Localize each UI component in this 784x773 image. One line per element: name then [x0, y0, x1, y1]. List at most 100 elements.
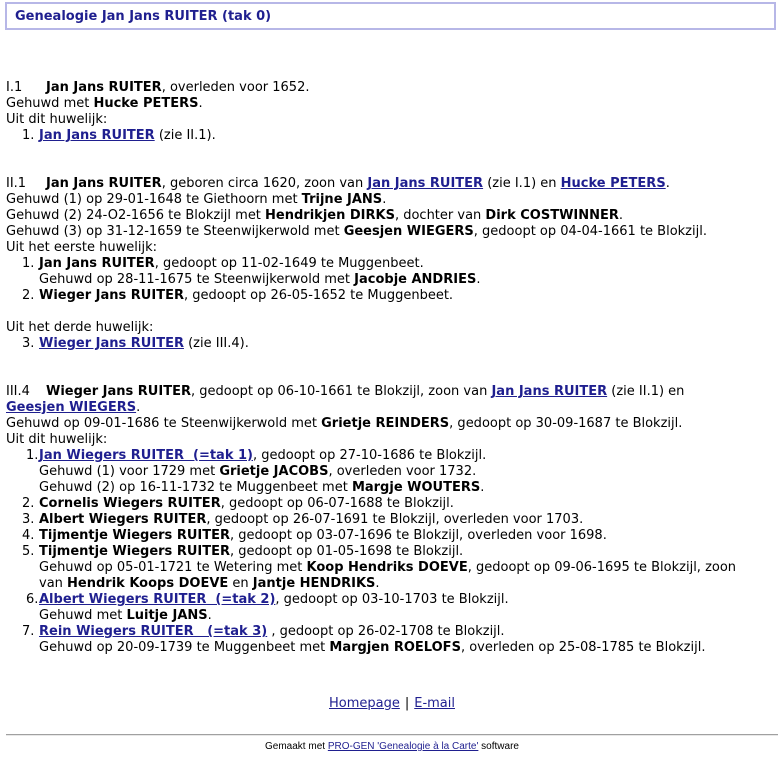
marriage-text: Gehuwd met	[39, 608, 127, 623]
person-name: Jan Jans RUITER	[46, 176, 162, 191]
punct: .	[375, 576, 380, 591]
mother-link[interactable]: Geesjen WIEGERS	[6, 400, 136, 415]
marriage-text: , dochter van	[394, 208, 486, 223]
child-details: , gedoopt op 11-02-1649 te Muggenbeet.	[154, 256, 424, 271]
title-bar: Genealogie Jan Jans RUITER (tak 0)	[5, 2, 776, 30]
child-number: 5.	[22, 544, 35, 559]
marriage-text: Gehuwd met	[6, 96, 94, 111]
punct: .	[618, 208, 624, 223]
page-title: Genealogie Jan Jans RUITER (tak 0)	[15, 9, 272, 24]
punct: .	[382, 192, 387, 207]
punct: .	[665, 176, 670, 191]
marriage-text: , gedoopt op 09-06-1695 te Blokzijl, zoo…	[467, 560, 737, 575]
footer-text: Gemaakt met	[265, 741, 328, 752]
pro-gen-link[interactable]: PRO-GEN 'Genealogie à la Carte'	[328, 741, 479, 752]
child-name: Albert Wiegers RUITER	[39, 512, 207, 527]
punct: .	[136, 400, 141, 415]
marriage-text: Gehuwd (2) 24-O2-1656 te Blokzijl met	[6, 208, 266, 223]
person-details: , geboren circa 1620, zoon van	[161, 176, 368, 191]
marriage-text: Gehuwd op 09-01-1686 te Steenwijkerwold …	[6, 416, 322, 431]
child-name: Tijmentje Wiegers RUITER	[39, 528, 230, 543]
person-name: Jan Jans RUITER	[46, 80, 162, 95]
marriage-text: Gehuwd (1) op 29-01-1648 te Giethoorn me…	[6, 192, 302, 207]
person-details: , overleden voor 1652.	[161, 80, 310, 95]
punct: .	[198, 96, 203, 111]
marriage-text: Gehuwd op 20-09-1739 te Muggenbeet met	[39, 640, 330, 655]
parent-name: Jantje HENDRIKS	[252, 576, 376, 591]
spouse-name: Geesjen WIEGERS	[343, 224, 474, 239]
child-ref: (zie II.1).	[154, 128, 216, 143]
spouse-name: Grietje REINDERS	[321, 416, 450, 431]
person-name: Wieger Jans RUITER	[46, 384, 191, 399]
child-details: , gedoopt op 01-05-1698 te Blokzijl.	[229, 544, 464, 559]
spouse-name: Jacobje ANDRIES	[354, 272, 477, 287]
marriage-text: Gehuwd (3) op 31-12-1659 te Steenwijkerw…	[6, 224, 344, 239]
marriage-text: en	[228, 576, 253, 591]
person-index: II.1	[6, 176, 27, 191]
spouse-name: Margje WOUTERS	[351, 480, 481, 495]
child-name: Wieger Jans RUITER	[39, 288, 184, 303]
punct: .	[480, 480, 485, 495]
child-link[interactable]: Albert Wiegers RUITER (=tak 2)	[39, 592, 275, 607]
person-details: , gedoopt op 06-10-1661 te Blokzijl, zoo…	[190, 384, 492, 399]
punct: .	[476, 272, 481, 287]
homepage-link[interactable]: Homepage	[329, 696, 400, 711]
child-name: Jan Jans RUITER	[39, 256, 155, 271]
person-index: I.1	[6, 80, 23, 95]
marriage-text: , gedoopt op 30-09-1687 te Blokzijl.	[449, 416, 683, 431]
ref-text: (zie I.1) en	[483, 176, 561, 191]
children-label: Uit dit huwelijk:	[6, 112, 108, 127]
marriage-text: , overleden voor 1732.	[328, 464, 477, 479]
child-number: 1.	[22, 256, 35, 271]
child-details: , gedoopt op 26-05-1652 te Muggenbeet.	[183, 288, 454, 303]
child-number: 2.	[22, 288, 35, 303]
spouse-name: Hucke PETERS	[93, 96, 199, 111]
marriage-text: Gehuwd (2) op 16-11-1732 te Muggenbeet m…	[39, 480, 352, 495]
nav-separator: |	[404, 696, 410, 711]
genealogy-content: I.1 Jan Jans RUITER, overleden voor 1652.…	[6, 80, 776, 656]
person-index: III.4	[6, 384, 30, 399]
father-link[interactable]: Jan Jans RUITER	[367, 176, 483, 191]
child-details: , gedoopt op 27-10-1686 te Blokzijl.	[253, 448, 487, 463]
marriage-text: Gehuwd (1) voor 1729 met	[39, 464, 220, 479]
parent-name: Dirk COSTWINNER	[485, 208, 619, 223]
section-I-1: I.1 Jan Jans RUITER, overleden voor 1652.…	[6, 80, 776, 144]
child-details: , gedoopt op 26-07-1691 te Blokzijl, ove…	[206, 512, 584, 527]
child-link[interactable]: Rein Wiegers RUITER (=tak 3)	[39, 624, 267, 639]
child-link[interactable]: Jan Wiegers RUITER (=tak 1)	[39, 448, 253, 463]
child-number: 3.	[22, 336, 35, 351]
child-name: Tijmentje Wiegers RUITER	[39, 544, 230, 559]
punct: .	[207, 608, 212, 623]
child-number: 7.	[22, 624, 35, 639]
child-number: 2.	[22, 496, 35, 511]
child-name: Cornelis Wiegers RUITER	[39, 496, 221, 511]
footer-nav: Homepage | E-mail	[0, 696, 784, 711]
spouse-name: Hendrikjen DIRKS	[265, 208, 395, 223]
marriage-text: Gehuwd op 05-01-1721 te Wetering met	[39, 560, 307, 575]
spouse-name: Grietje JACOBS	[219, 464, 329, 479]
marriage-text: , overleden op 25-08-1785 te Blokzijl.	[460, 640, 706, 655]
spouse-name: Koop Hendriks DOEVE	[306, 560, 468, 575]
marriage-text: Gehuwd op 28-11-1675 te Steenwijkerwold …	[39, 272, 355, 287]
father-link[interactable]: Jan Jans RUITER	[491, 384, 607, 399]
children-label: Uit het derde huwelijk:	[6, 320, 154, 335]
child-details: , gedoopt op 26-02-1708 te Blokzijl.	[267, 624, 505, 639]
child-ref: (zie III.4).	[183, 336, 249, 351]
marriage-text: , gedoopt op 04-04-1661 te Blokzijl.	[473, 224, 707, 239]
child-number: 3.	[22, 512, 35, 527]
footer-credit: Gemaakt met PRO-GEN 'Genealogie à la Car…	[0, 741, 784, 752]
spouse-name: Trijne JANS	[301, 192, 383, 207]
email-link[interactable]: E-mail	[414, 696, 455, 711]
child-link[interactable]: Jan Jans RUITER	[39, 128, 155, 143]
spouse-name: Margjen ROELOFS	[329, 640, 461, 655]
mother-link[interactable]: Hucke PETERS	[561, 176, 666, 191]
child-details: , gedoopt op 03-07-1696 te Blokzijl, ove…	[229, 528, 607, 543]
parent-name: Hendrik Koops DOEVE	[67, 576, 229, 591]
child-link[interactable]: Wieger Jans RUITER	[39, 336, 184, 351]
child-number: 1.	[26, 448, 39, 463]
child-number: 4.	[22, 528, 35, 543]
section-II-1: II.1 Jan Jans RUITER, geboren circa 1620,…	[6, 176, 776, 352]
footer-text: software	[478, 741, 519, 752]
marriage-text: van	[39, 576, 68, 591]
ref-text: (zie II.1) en	[607, 384, 685, 399]
